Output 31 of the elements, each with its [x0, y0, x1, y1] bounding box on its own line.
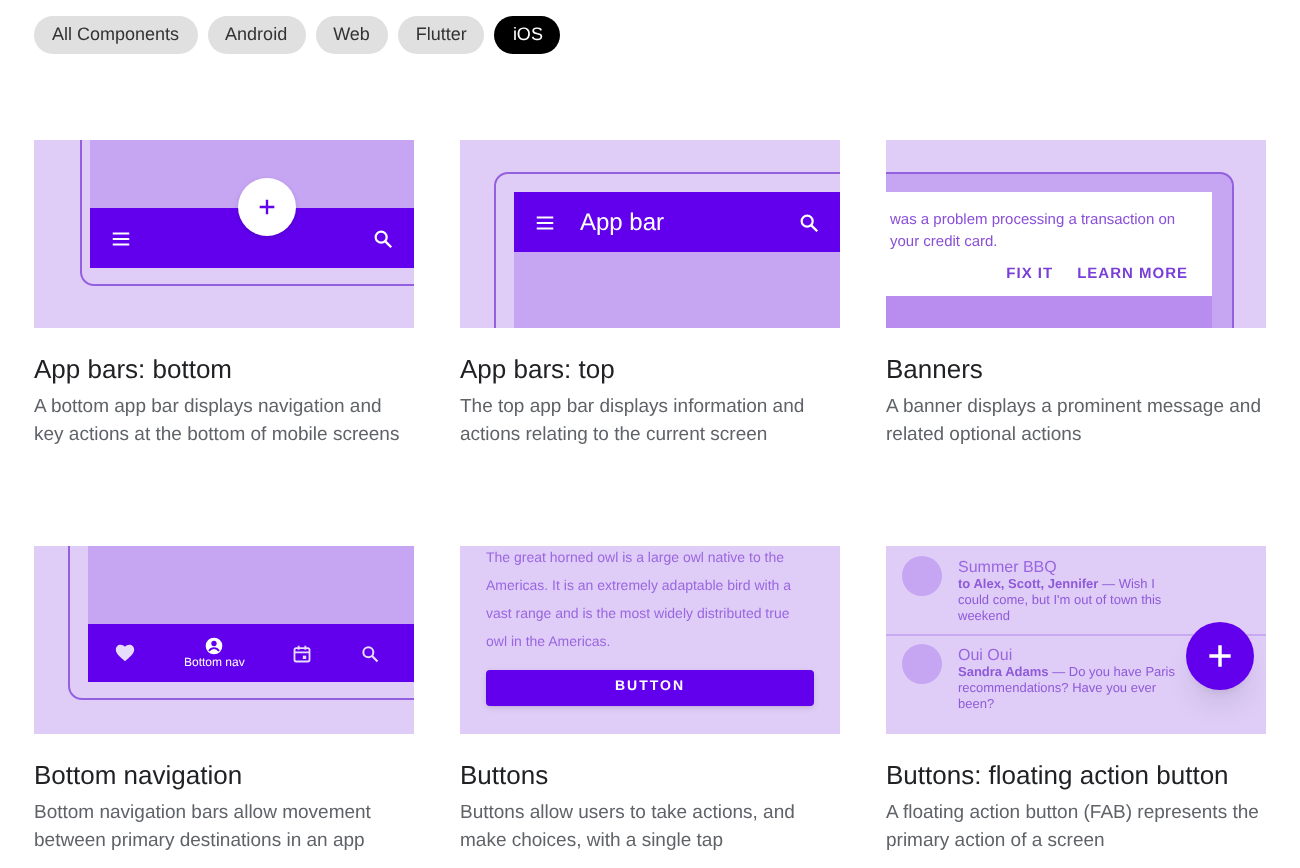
- plus-icon: [256, 196, 278, 218]
- fab-button[interactable]: [1186, 622, 1254, 690]
- search-icon: [798, 211, 820, 233]
- menu-icon: [534, 211, 556, 233]
- app-bar-title: App bar: [580, 206, 667, 240]
- card-description: Buttons allow users to take actions, and make choices, with a single tap: [460, 800, 797, 856]
- card-title[interactable]: Buttons: [460, 760, 840, 792]
- card-description: The top app bar displays information and actions relating to the current screen: [460, 394, 807, 450]
- heart-icon: [114, 642, 136, 664]
- filter-chip[interactable]: iOS: [494, 16, 561, 54]
- card-title[interactable]: Banners: [886, 354, 1266, 386]
- card-title[interactable]: Buttons: floating action button: [886, 760, 1266, 792]
- search-icon: [360, 643, 381, 663]
- plus-icon: [1204, 640, 1236, 672]
- card-description: A banner displays a prominent message and related optional actions: [886, 394, 1263, 450]
- component-thumbnail[interactable]: App bar: [460, 140, 840, 328]
- calendar-icon: [292, 643, 313, 663]
- card-description: A bottom app bar displays navigation and key actions at the bottom of mobile screens: [34, 394, 402, 450]
- filter-chip[interactable]: Flutter: [397, 16, 485, 54]
- component-thumbnail[interactable]: [34, 140, 414, 328]
- filter-chip[interactable]: Android: [207, 16, 306, 54]
- search-icon: [372, 227, 394, 249]
- card-title[interactable]: App bars: top: [460, 354, 840, 386]
- filter-chip[interactable]: Web: [315, 16, 388, 54]
- menu-icon: [110, 227, 132, 249]
- filter-chip[interactable]: All Components: [34, 16, 198, 54]
- card-description: Bottom navigation bars allow movement between primary destinations in an app: [34, 800, 373, 856]
- account-icon: [204, 635, 225, 655]
- card-title[interactable]: App bars: bottom: [34, 354, 414, 386]
- card-description: A floating action button (FAB) represents the primary action of a screen: [886, 800, 1261, 856]
- card-title[interactable]: Bottom navigation: [34, 760, 414, 792]
